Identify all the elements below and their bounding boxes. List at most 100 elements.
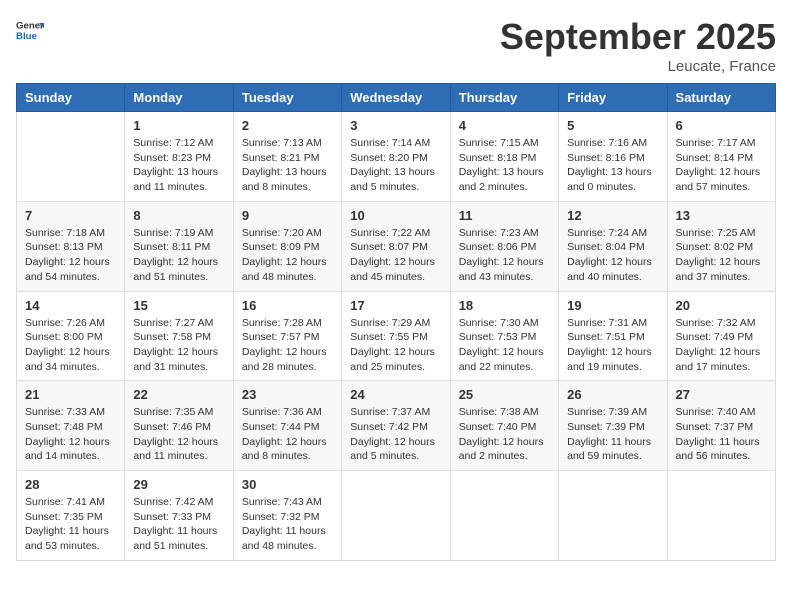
day-number: 9: [242, 208, 333, 223]
day-number: 8: [133, 208, 224, 223]
calendar-cell: [17, 112, 125, 202]
day-info: Sunrise: 7:38 AM Sunset: 7:40 PM Dayligh…: [459, 405, 550, 464]
calendar-cell: 22Sunrise: 7:35 AM Sunset: 7:46 PM Dayli…: [125, 381, 233, 471]
calendar-cell: 30 Sunrise: 7:43 AM Sunset: 7:32 PM Dayli…: [233, 471, 341, 561]
day-info: Sunrise: 7:22 AM Sunset: 8:07 PM Dayligh…: [350, 226, 441, 285]
day-number: 1: [133, 118, 224, 133]
calendar-cell: 25 Sunrise: 7:38 AM Sunset: 7:40 PM Dayli…: [450, 381, 558, 471]
day-number: 14: [25, 298, 116, 313]
day-number: 12: [567, 208, 658, 223]
day-number: 6: [676, 118, 767, 133]
calendar-cell: 29 Sunrise: 7:42 AM Sunset: 7:33 PM Dayli…: [125, 471, 233, 561]
calendar-cell: 10Sunrise: 7:22 AM Sunset: 8:07 PM Dayli…: [342, 201, 450, 291]
day-info: Sunrise: 7:43 AM Sunset: 7:32 PM Dayligh…: [242, 495, 333, 554]
calendar-table: SundayMondayTuesdayWednesdayThursdayFrid…: [16, 83, 776, 561]
day-info: Sunrise: 7:15 AM Sunset: 8:18 PM Dayligh…: [459, 136, 550, 195]
day-number: 13: [676, 208, 767, 223]
weekday-header-row: SundayMondayTuesdayWednesdayThursdayFrid…: [17, 84, 776, 112]
calendar-cell: 21 Sunrise: 7:33 AM Sunset: 7:48 PM Dayli…: [17, 381, 125, 471]
calendar-cell: 18 Sunrise: 7:30 AM Sunset: 7:53 PM Dayli…: [450, 291, 558, 381]
day-number: 28: [25, 477, 116, 492]
day-number: 11: [459, 208, 550, 223]
day-info: Sunrise: 7:13 AM Sunset: 8:21 PM Dayligh…: [242, 136, 333, 195]
day-info: Sunrise: 7:39 AM Sunset: 7:39 PM Dayligh…: [567, 405, 658, 464]
calendar-cell: 16 Sunrise: 7:28 AM Sunset: 7:57 PM Dayli…: [233, 291, 341, 381]
day-number: 2: [242, 118, 333, 133]
week-row-3: 14 Sunrise: 7:26 AM Sunset: 8:00 PM Dayli…: [17, 291, 776, 381]
day-info: Sunrise: 7:40 AM Sunset: 7:37 PM Dayligh…: [676, 405, 767, 464]
calendar-cell: 6 Sunrise: 7:17 AM Sunset: 8:14 PM Daylig…: [667, 112, 775, 202]
weekday-header-saturday: Saturday: [667, 84, 775, 112]
calendar-cell: 4 Sunrise: 7:15 AM Sunset: 8:18 PM Daylig…: [450, 112, 558, 202]
day-number: 24: [350, 387, 441, 402]
day-number: 30: [242, 477, 333, 492]
week-row-1: 1Sunrise: 7:12 AM Sunset: 8:23 PM Daylig…: [17, 112, 776, 202]
calendar-cell: [559, 471, 667, 561]
weekday-header-tuesday: Tuesday: [233, 84, 341, 112]
header: General Blue September 2025 Leucate, Fra…: [16, 16, 776, 75]
month-title: September 2025: [500, 16, 776, 58]
calendar-cell: 2 Sunrise: 7:13 AM Sunset: 8:21 PM Daylig…: [233, 112, 341, 202]
calendar-cell: 23 Sunrise: 7:36 AM Sunset: 7:44 PM Dayli…: [233, 381, 341, 471]
day-number: 26: [567, 387, 658, 402]
day-info: Sunrise: 7:42 AM Sunset: 7:33 PM Dayligh…: [133, 495, 224, 554]
day-info: Sunrise: 7:24 AM Sunset: 8:04 PM Dayligh…: [567, 226, 658, 285]
day-info: Sunrise: 7:17 AM Sunset: 8:14 PM Dayligh…: [676, 136, 767, 195]
location: Leucate, France: [500, 58, 776, 75]
day-number: 4: [459, 118, 550, 133]
day-info: Sunrise: 7:18 AM Sunset: 8:13 PM Dayligh…: [25, 226, 116, 285]
day-number: 27: [676, 387, 767, 402]
day-number: 16: [242, 298, 333, 313]
day-number: 15: [133, 298, 224, 313]
day-info: Sunrise: 7:36 AM Sunset: 7:44 PM Dayligh…: [242, 405, 333, 464]
weekday-header-wednesday: Wednesday: [342, 84, 450, 112]
weekday-header-thursday: Thursday: [450, 84, 558, 112]
calendar-cell: 20 Sunrise: 7:32 AM Sunset: 7:49 PM Dayli…: [667, 291, 775, 381]
title-area: September 2025 Leucate, France: [500, 16, 776, 75]
day-number: 29: [133, 477, 224, 492]
day-number: 18: [459, 298, 550, 313]
day-info: Sunrise: 7:35 AM Sunset: 7:46 PM Dayligh…: [133, 405, 224, 464]
day-info: Sunrise: 7:20 AM Sunset: 8:09 PM Dayligh…: [242, 226, 333, 285]
svg-text:Blue: Blue: [16, 31, 37, 42]
day-number: 23: [242, 387, 333, 402]
weekday-header-monday: Monday: [125, 84, 233, 112]
day-number: 5: [567, 118, 658, 133]
day-number: 17: [350, 298, 441, 313]
day-info: Sunrise: 7:32 AM Sunset: 7:49 PM Dayligh…: [676, 316, 767, 375]
logo: General Blue: [16, 16, 44, 44]
day-info: Sunrise: 7:26 AM Sunset: 8:00 PM Dayligh…: [25, 316, 116, 375]
day-info: Sunrise: 7:37 AM Sunset: 7:42 PM Dayligh…: [350, 405, 441, 464]
day-info: Sunrise: 7:14 AM Sunset: 8:20 PM Dayligh…: [350, 136, 441, 195]
calendar-cell: 13 Sunrise: 7:25 AM Sunset: 8:02 PM Dayli…: [667, 201, 775, 291]
day-info: Sunrise: 7:27 AM Sunset: 7:58 PM Dayligh…: [133, 316, 224, 375]
weekday-header-friday: Friday: [559, 84, 667, 112]
calendar-cell: 15 Sunrise: 7:27 AM Sunset: 7:58 PM Dayli…: [125, 291, 233, 381]
day-info: Sunrise: 7:33 AM Sunset: 7:48 PM Dayligh…: [25, 405, 116, 464]
calendar-cell: 5 Sunrise: 7:16 AM Sunset: 8:16 PM Daylig…: [559, 112, 667, 202]
day-info: Sunrise: 7:16 AM Sunset: 8:16 PM Dayligh…: [567, 136, 658, 195]
week-row-4: 21 Sunrise: 7:33 AM Sunset: 7:48 PM Dayli…: [17, 381, 776, 471]
week-row-2: 7Sunrise: 7:18 AM Sunset: 8:13 PM Daylig…: [17, 201, 776, 291]
calendar-cell: 8Sunrise: 7:19 AM Sunset: 8:11 PM Daylig…: [125, 201, 233, 291]
logo-icon: General Blue: [16, 16, 44, 44]
day-number: 21: [25, 387, 116, 402]
calendar-cell: 7Sunrise: 7:18 AM Sunset: 8:13 PM Daylig…: [17, 201, 125, 291]
calendar-cell: 27 Sunrise: 7:40 AM Sunset: 7:37 PM Dayli…: [667, 381, 775, 471]
calendar-cell: 3Sunrise: 7:14 AM Sunset: 8:20 PM Daylig…: [342, 112, 450, 202]
calendar-cell: [667, 471, 775, 561]
day-info: Sunrise: 7:28 AM Sunset: 7:57 PM Dayligh…: [242, 316, 333, 375]
calendar-cell: 11Sunrise: 7:23 AM Sunset: 8:06 PM Dayli…: [450, 201, 558, 291]
calendar-cell: 28Sunrise: 7:41 AM Sunset: 7:35 PM Dayli…: [17, 471, 125, 561]
svg-text:General: General: [16, 20, 44, 31]
day-number: 20: [676, 298, 767, 313]
calendar-cell: 9 Sunrise: 7:20 AM Sunset: 8:09 PM Daylig…: [233, 201, 341, 291]
day-info: Sunrise: 7:25 AM Sunset: 8:02 PM Dayligh…: [676, 226, 767, 285]
day-number: 25: [459, 387, 550, 402]
weekday-header-sunday: Sunday: [17, 84, 125, 112]
day-info: Sunrise: 7:30 AM Sunset: 7:53 PM Dayligh…: [459, 316, 550, 375]
calendar-cell: 1Sunrise: 7:12 AM Sunset: 8:23 PM Daylig…: [125, 112, 233, 202]
calendar-cell: 24 Sunrise: 7:37 AM Sunset: 7:42 PM Dayli…: [342, 381, 450, 471]
calendar-cell: 17Sunrise: 7:29 AM Sunset: 7:55 PM Dayli…: [342, 291, 450, 381]
day-number: 19: [567, 298, 658, 313]
